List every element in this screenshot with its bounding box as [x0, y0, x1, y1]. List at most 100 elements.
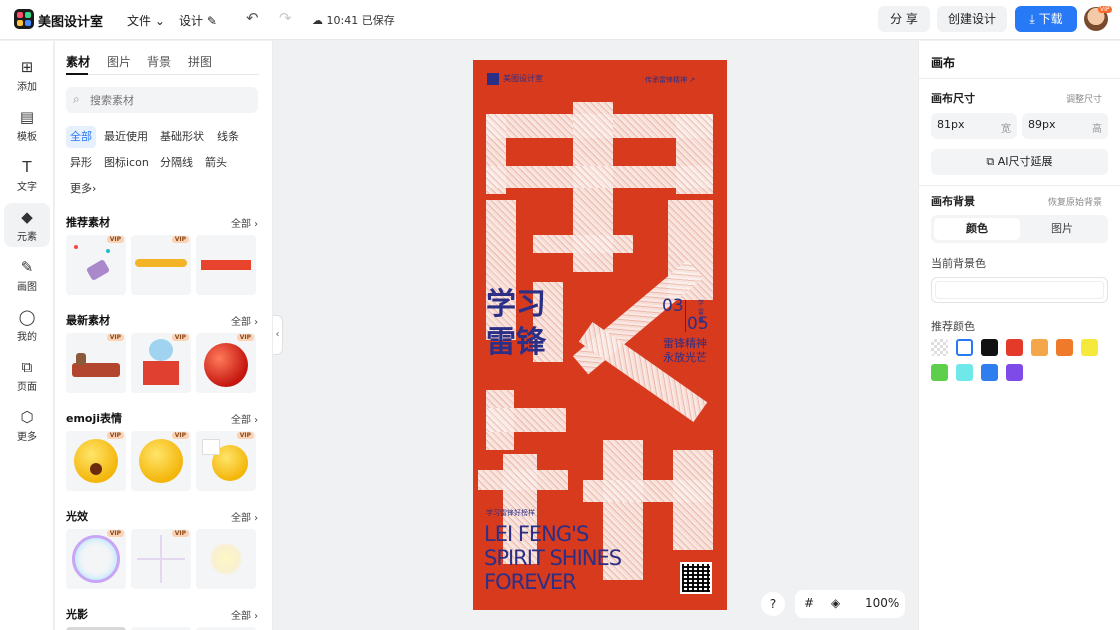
collapse-panel-button[interactable]: ‹	[273, 315, 283, 355]
asset-bubble[interactable]: VIP	[66, 529, 126, 589]
chip-recent[interactable]: 最近使用	[100, 126, 152, 148]
asset-red-bar[interactable]	[196, 235, 256, 295]
poster-top-right-text: 传承雷锋精神 ↗	[645, 76, 696, 84]
vip-badge: VIP	[106, 432, 124, 439]
rail-item-add[interactable]: ⊞ 添加	[4, 53, 50, 97]
poster-title-line1: 学习	[486, 287, 546, 322]
vip-badge: VIP	[171, 334, 189, 341]
asset-apple[interactable]: VIP	[196, 333, 256, 393]
swatch-light-orange[interactable]	[1031, 339, 1048, 356]
swatch-transparent[interactable]	[931, 339, 948, 356]
section-all-latest[interactable]: 全部 ›	[231, 313, 258, 328]
height-input[interactable]	[1028, 118, 1084, 131]
asset-reindeer-sleigh[interactable]: VIP	[66, 333, 126, 393]
poster-date-divider	[685, 300, 686, 332]
chevron-left-icon: ‹	[275, 329, 280, 340]
asset-gift-snowglobe[interactable]: VIP	[131, 333, 191, 393]
section-all-light-shadow[interactable]: 全部 ›	[231, 607, 258, 622]
swatch-purple[interactable]	[1006, 364, 1023, 381]
asset-emoji-thinking[interactable]: VIP	[131, 431, 191, 491]
help-button[interactable]: ?	[761, 592, 785, 616]
create-design-button[interactable]: 创建设计	[937, 6, 1007, 32]
section-all-light-effects[interactable]: 全部 ›	[231, 509, 258, 524]
chip-icons[interactable]: 图标icon	[100, 152, 153, 174]
width-unit: 宽	[1001, 124, 1011, 135]
poster-small-caption: 学习雷锋好榜样	[486, 509, 535, 517]
brand-name[interactable]: 美图设计室	[38, 11, 103, 30]
swatch-white[interactable]	[956, 339, 973, 356]
swatch-cyan[interactable]	[956, 364, 973, 381]
rail-item-template[interactable]: ▤ 模板	[4, 103, 50, 147]
tab-images[interactable]: 图片	[107, 53, 131, 70]
texture-block	[486, 408, 566, 432]
rail-item-mine[interactable]: ◯ 我的	[4, 303, 50, 347]
chip-irregular[interactable]: 异形	[66, 152, 96, 174]
asset-party-popper[interactable]: VIP	[66, 235, 126, 295]
asset-sparkle[interactable]: VIP	[131, 529, 191, 589]
tab-materials[interactable]: 素材	[66, 53, 90, 70]
chevron-right-icon: ›	[92, 182, 97, 195]
tab-backgrounds[interactable]: 背景	[147, 53, 171, 70]
section-all-emoji[interactable]: 全部 ›	[231, 411, 258, 426]
tab-color[interactable]: 颜色	[934, 218, 1020, 240]
chip-arrows[interactable]: 箭头	[201, 152, 231, 174]
rail-item-page[interactable]: ⧉ 页面	[4, 353, 50, 397]
chip-lines[interactable]: 线条	[213, 126, 243, 148]
element-icon: ◆	[21, 208, 33, 226]
asset-glow[interactable]	[196, 529, 256, 589]
swatch-green[interactable]	[931, 364, 948, 381]
section-title-light-shadow: 光影	[66, 608, 88, 621]
asset-emoji-check[interactable]: VIP	[196, 431, 256, 491]
save-status: ☁ 10:41 已保存	[312, 14, 395, 27]
logo-icon[interactable]	[14, 9, 34, 29]
poster-brand: 美图设计室	[503, 74, 543, 83]
rail-item-draw[interactable]: ✎ 画图	[4, 253, 50, 297]
restore-bg-link[interactable]: 恢复原始背景	[1048, 195, 1102, 208]
asset-yellow-brush[interactable]: VIP	[131, 235, 191, 295]
canvas-size-label: 画布尺寸	[931, 92, 975, 105]
chip-all[interactable]: 全部	[66, 126, 96, 148]
undo-icon[interactable]: ↶	[246, 9, 259, 27]
section-all-recommended[interactable]: 全部 ›	[231, 215, 258, 230]
ai-size-extend-button[interactable]: ⧉ AI尺寸延展	[931, 149, 1108, 175]
redo-icon[interactable]: ↷	[279, 9, 292, 27]
asset-emoji-shocked[interactable]: VIP	[66, 431, 126, 491]
rail-item-text[interactable]: T 文字	[4, 153, 50, 197]
adjust-size-link[interactable]: 调整尺寸	[1066, 92, 1102, 105]
width-input[interactable]	[937, 118, 993, 131]
vip-badge: VIP	[106, 236, 124, 243]
rail-item-element[interactable]: ◆ 元素	[4, 203, 50, 247]
chip-basic-shapes[interactable]: 基础形状	[156, 126, 208, 148]
search-input[interactable]	[90, 91, 250, 109]
tab-collage[interactable]: 拼图	[188, 53, 212, 70]
swatch-orange[interactable]	[1056, 339, 1073, 356]
layers-icon[interactable]: ◈	[831, 596, 840, 610]
swatch-red[interactable]	[1006, 339, 1023, 356]
swatch-black[interactable]	[981, 339, 998, 356]
vip-badge: VIP	[171, 236, 189, 243]
rail-item-more[interactable]: ⬡ 更多	[4, 403, 50, 447]
tab-image[interactable]: 图片	[1019, 218, 1105, 240]
ai-expand-icon: ⧉	[986, 155, 995, 168]
bg-type-toggle: 颜色 图片	[931, 215, 1108, 243]
file-menu[interactable]: 文件 ⌄	[127, 12, 165, 29]
more-icon: ⬡	[20, 408, 34, 426]
top-bar: 美图设计室 文件 ⌄ 设计 ✎ ↶ ↷ ☁ 10:41 已保存 分 享 创建设计…	[0, 0, 1120, 40]
zoom-level[interactable]: 100%	[865, 596, 899, 610]
poster-title-line2: 雷锋	[486, 325, 546, 360]
divider	[919, 185, 1120, 186]
share-button[interactable]: 分 享	[878, 6, 930, 32]
poster-slogan-line2: 永放光芒	[663, 351, 707, 364]
texture-block	[533, 235, 633, 253]
brush-icon: ✎	[20, 258, 34, 276]
asset-panel: 素材 图片 背景 拼图 ⌕ 全部 最近使用 基础形状 线条 异形 图标icon …	[55, 41, 273, 630]
grid-icon[interactable]: #	[804, 596, 814, 610]
canvas-poster[interactable]: 美图设计室 传承雷锋精神 ↗ 学习 雷锋 03 学雷锋 05 雷锋精神 永放光芒…	[473, 60, 727, 610]
download-button[interactable]: ⤓ 下载	[1015, 6, 1077, 32]
chip-dividers[interactable]: 分隔线	[156, 152, 197, 174]
swatch-blue[interactable]	[981, 364, 998, 381]
chip-more[interactable]: 更多›	[66, 178, 100, 200]
swatch-yellow[interactable]	[1081, 339, 1098, 356]
current-bg-color-picker[interactable]	[931, 277, 1108, 303]
design-menu[interactable]: 设计 ✎	[179, 12, 217, 29]
